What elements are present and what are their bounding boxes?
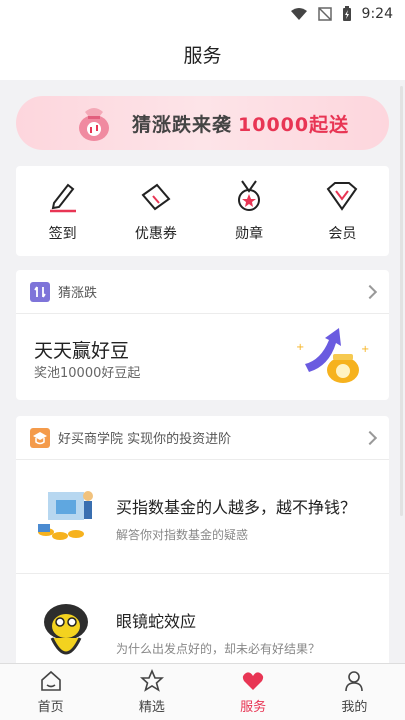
tab-label: 精选 <box>138 700 165 715</box>
graduation-cap-icon <box>30 427 50 448</box>
banner-accent: 10000起送 <box>238 113 350 136</box>
gold-pot-icon: + + <box>296 328 369 383</box>
chevron-right-icon <box>362 284 378 299</box>
tab-home[interactable]: 首页 <box>11 669 91 715</box>
guess-subtitle: 奖池10000好豆起 <box>34 366 141 381</box>
quick-actions: 签到 优惠券 勋章 会员 <box>16 166 389 256</box>
page-title: 服务 <box>183 44 222 67</box>
tab-label: 首页 <box>37 700 64 715</box>
quick-checkin[interactable]: 签到 <box>23 179 103 243</box>
no-signal-icon <box>317 7 332 21</box>
tab-featured[interactable]: 精选 <box>112 669 192 715</box>
updown-icon <box>30 281 50 302</box>
guess-section-header[interactable]: 猜涨跌 <box>16 270 389 314</box>
quick-label: 签到 <box>48 226 77 242</box>
tab-label: 我的 <box>341 700 368 715</box>
wifi-icon <box>290 8 307 20</box>
heart-icon <box>243 672 264 690</box>
index-fund-illustration-icon <box>38 491 93 540</box>
quick-coupon[interactable]: 优惠券 <box>116 179 196 243</box>
user-icon <box>345 671 364 692</box>
guess-title: 天天赢好豆 <box>34 340 130 362</box>
guess-section-label: 猜涨跌 <box>58 286 98 301</box>
cobra-illustration-icon <box>44 604 88 655</box>
battery-icon <box>342 6 351 21</box>
article-title: 买指数基金的人越多，越不挣钱？ <box>116 498 357 517</box>
quick-label: 勋章 <box>235 226 264 242</box>
scrollbar[interactable] <box>400 86 403 516</box>
guess-card: 猜涨跌 天天赢好豆 奖池10000好豆起 + + <box>16 270 389 400</box>
article-desc: 为什么出发点好的，却未必有好结果？ <box>116 642 321 656</box>
clock: 9:24 <box>361 6 393 22</box>
status-bar: 9:24 <box>0 0 405 28</box>
ticket-icon <box>141 183 171 211</box>
banner-headline: 猜涨跌来袭 <box>132 113 233 136</box>
page-header: 服务 <box>0 28 405 80</box>
pencil-icon <box>49 183 76 213</box>
guess-content[interactable]: 天天赢好豆 奖池10000好豆起 + + <box>16 314 389 400</box>
chevron-right-icon <box>362 430 378 445</box>
svg-text:+: + <box>361 344 369 355</box>
article-item[interactable]: 买指数基金的人越多，越不挣钱？ 解答你对指数基金的疑惑 <box>16 460 389 574</box>
money-bag-icon <box>79 108 109 141</box>
academy-section-label: 好买商学院 实现你的投资进阶 <box>58 432 232 447</box>
promo-banner[interactable]: 猜涨跌来袭 10000起送 <box>16 96 389 150</box>
home-icon <box>40 670 61 691</box>
banner-text: 猜涨跌来袭 10000起送 <box>132 110 349 137</box>
academy-card: 好买商学院 实现你的投资进阶 买指数基金的人越多，越不挣钱？ 解答你对指数基金的… <box>16 416 389 676</box>
tab-mine[interactable]: 我的 <box>314 669 394 715</box>
quick-label: 会员 <box>328 226 357 242</box>
bottom-tab-bar: 首页 精选 服务 我的 <box>0 663 405 720</box>
quick-medal[interactable]: 勋章 <box>209 179 289 243</box>
star-icon <box>139 669 164 692</box>
svg-text:+: + <box>296 342 304 353</box>
diamond-icon <box>327 182 358 211</box>
tab-service[interactable]: 服务 <box>213 669 293 715</box>
academy-section-header[interactable]: 好买商学院 实现你的投资进阶 <box>16 416 389 460</box>
medal-icon <box>238 180 261 211</box>
article-desc: 解答你对指数基金的疑惑 <box>116 528 249 542</box>
article-title: 眼镜蛇效应 <box>116 612 197 631</box>
quick-label: 优惠券 <box>134 226 177 242</box>
quick-member[interactable]: 会员 <box>302 179 382 243</box>
tab-label: 服务 <box>240 700 267 715</box>
